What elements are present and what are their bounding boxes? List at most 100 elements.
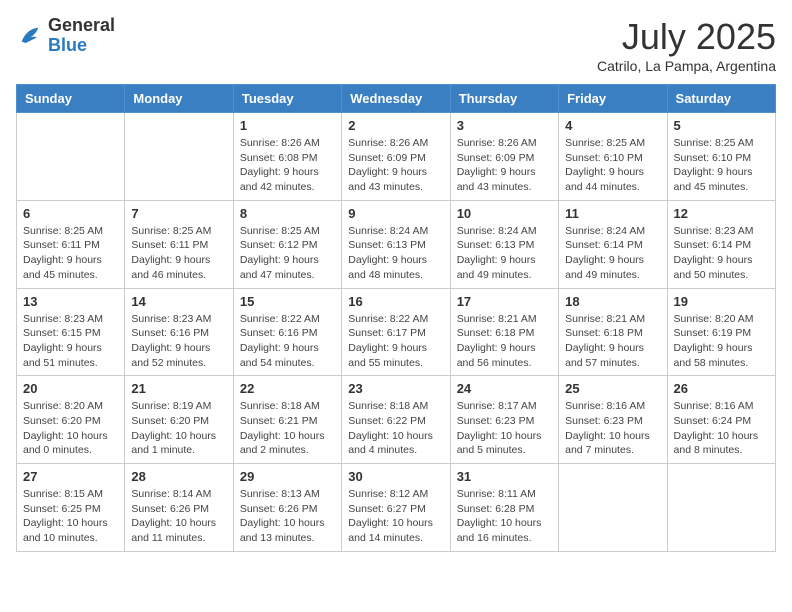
day-number: 16 [348,294,443,309]
day-number: 11 [565,206,660,221]
calendar-cell: 23 Sunrise: 8:18 AM Sunset: 6:22 PM Dayli… [342,376,450,464]
week-row-3: 13Sunrise: 8:23 AM Sunset: 6:15 PM Dayli… [17,288,776,376]
day-info: Sunrise: 8:22 AM Sunset: 6:17 PM Dayligh… [348,312,443,371]
calendar-cell [17,113,125,201]
calendar-cell: 26 Sunrise: 8:16 AM Sunset: 6:24 PM Dayli… [667,376,775,464]
logo-bird-icon [16,22,44,50]
calendar-cell: 16 Sunrise: 8:22 AM Sunset: 6:17 PM Dayli… [342,288,450,376]
day-info: Sunrise: 8:19 AM Sunset: 6:20 PM Dayligh… [131,399,226,458]
day-info: Sunrise: 8:11 AM Sunset: 6:28 PM Dayligh… [457,487,552,546]
day-number: 30 [348,469,443,484]
day-number: 14 [131,294,226,309]
day-info: Sunrise: 8:21 AM Sunset: 6:18 PM Dayligh… [457,312,552,371]
day-info: Sunrise: 8:25 AM Sunset: 6:10 PM Dayligh… [565,136,660,195]
calendar-cell: 17 Sunrise: 8:21 AM Sunset: 6:18 PM Dayli… [450,288,558,376]
day-info: Sunrise: 8:16 AM Sunset: 6:24 PM Dayligh… [674,399,769,458]
day-info: Sunrise: 8:23 AM Sunset: 6:16 PM Dayligh… [131,312,226,371]
day-info: Sunrise: 8:18 AM Sunset: 6:22 PM Dayligh… [348,399,443,458]
calendar-cell: 21Sunrise: 8:19 AM Sunset: 6:20 PM Dayli… [125,376,233,464]
day-number: 4 [565,118,660,133]
calendar-cell: 19Sunrise: 8:20 AM Sunset: 6:19 PM Dayli… [667,288,775,376]
week-row-2: 6 Sunrise: 8:25 AM Sunset: 6:11 PM Daylig… [17,200,776,288]
day-number: 27 [23,469,118,484]
calendar-cell [559,464,667,552]
logo-general-text: General [48,16,115,36]
day-number: 23 [348,381,443,396]
day-info: Sunrise: 8:15 AM Sunset: 6:25 PM Dayligh… [23,487,118,546]
calendar-cell [667,464,775,552]
week-row-1: 1Sunrise: 8:26 AM Sunset: 6:08 PM Daylig… [17,113,776,201]
weekday-header-monday: Monday [125,85,233,113]
day-info: Sunrise: 8:25 AM Sunset: 6:11 PM Dayligh… [23,224,118,283]
weekday-header-thursday: Thursday [450,85,558,113]
weekday-header-sunday: Sunday [17,85,125,113]
day-number: 15 [240,294,335,309]
day-number: 29 [240,469,335,484]
day-info: Sunrise: 8:14 AM Sunset: 6:26 PM Dayligh… [131,487,226,546]
calendar-cell: 14 Sunrise: 8:23 AM Sunset: 6:16 PM Dayli… [125,288,233,376]
day-info: Sunrise: 8:25 AM Sunset: 6:12 PM Dayligh… [240,224,335,283]
day-info: Sunrise: 8:18 AM Sunset: 6:21 PM Dayligh… [240,399,335,458]
day-number: 3 [457,118,552,133]
day-number: 7 [131,206,226,221]
calendar-cell: 25Sunrise: 8:16 AM Sunset: 6:23 PM Dayli… [559,376,667,464]
day-info: Sunrise: 8:17 AM Sunset: 6:23 PM Dayligh… [457,399,552,458]
calendar-cell: 7 Sunrise: 8:25 AM Sunset: 6:11 PM Daylig… [125,200,233,288]
month-title: July 2025 [597,16,776,58]
day-number: 17 [457,294,552,309]
day-info: Sunrise: 8:24 AM Sunset: 6:13 PM Dayligh… [457,224,552,283]
weekday-header-row: SundayMondayTuesdayWednesdayThursdayFrid… [17,85,776,113]
day-number: 22 [240,381,335,396]
calendar-cell: 10 Sunrise: 8:24 AM Sunset: 6:13 PM Dayli… [450,200,558,288]
week-row-5: 27 Sunrise: 8:15 AM Sunset: 6:25 PM Dayli… [17,464,776,552]
calendar-table: SundayMondayTuesdayWednesdayThursdayFrid… [16,84,776,552]
day-info: Sunrise: 8:23 AM Sunset: 6:14 PM Dayligh… [674,224,769,283]
calendar-cell: 15 Sunrise: 8:22 AM Sunset: 6:16 PM Dayli… [233,288,341,376]
weekday-header-tuesday: Tuesday [233,85,341,113]
day-number: 12 [674,206,769,221]
week-row-4: 20 Sunrise: 8:20 AM Sunset: 6:20 PM Dayli… [17,376,776,464]
day-info: Sunrise: 8:16 AM Sunset: 6:23 PM Dayligh… [565,399,660,458]
weekday-header-friday: Friday [559,85,667,113]
day-number: 5 [674,118,769,133]
day-number: 20 [23,381,118,396]
logo-blue-text: Blue [48,36,115,56]
day-number: 24 [457,381,552,396]
day-info: Sunrise: 8:20 AM Sunset: 6:19 PM Dayligh… [674,312,769,371]
calendar-cell: 24 Sunrise: 8:17 AM Sunset: 6:23 PM Dayli… [450,376,558,464]
calendar-cell: 9Sunrise: 8:24 AM Sunset: 6:13 PM Daylig… [342,200,450,288]
calendar-cell: 29 Sunrise: 8:13 AM Sunset: 6:26 PM Dayli… [233,464,341,552]
calendar-cell: 2Sunrise: 8:26 AM Sunset: 6:09 PM Daylig… [342,113,450,201]
day-number: 8 [240,206,335,221]
weekday-header-saturday: Saturday [667,85,775,113]
calendar-cell: 27 Sunrise: 8:15 AM Sunset: 6:25 PM Dayli… [17,464,125,552]
day-info: Sunrise: 8:13 AM Sunset: 6:26 PM Dayligh… [240,487,335,546]
day-number: 18 [565,294,660,309]
day-number: 6 [23,206,118,221]
day-info: Sunrise: 8:22 AM Sunset: 6:16 PM Dayligh… [240,312,335,371]
day-info: Sunrise: 8:23 AM Sunset: 6:15 PM Dayligh… [23,312,118,371]
calendar-cell: 22 Sunrise: 8:18 AM Sunset: 6:21 PM Dayli… [233,376,341,464]
day-number: 10 [457,206,552,221]
day-info: Sunrise: 8:25 AM Sunset: 6:10 PM Dayligh… [674,136,769,195]
day-info: Sunrise: 8:24 AM Sunset: 6:14 PM Dayligh… [565,224,660,283]
calendar-cell: 5 Sunrise: 8:25 AM Sunset: 6:10 PM Daylig… [667,113,775,201]
title-block: July 2025 Catrilo, La Pampa, Argentina [597,16,776,74]
calendar-cell: 30Sunrise: 8:12 AM Sunset: 6:27 PM Dayli… [342,464,450,552]
calendar-cell: 31 Sunrise: 8:11 AM Sunset: 6:28 PM Dayli… [450,464,558,552]
page-header: General Blue July 2025 Catrilo, La Pampa… [16,16,776,74]
calendar-cell [125,113,233,201]
calendar-cell: 13Sunrise: 8:23 AM Sunset: 6:15 PM Dayli… [17,288,125,376]
day-info: Sunrise: 8:20 AM Sunset: 6:20 PM Dayligh… [23,399,118,458]
day-number: 9 [348,206,443,221]
weekday-header-wednesday: Wednesday [342,85,450,113]
day-info: Sunrise: 8:25 AM Sunset: 6:11 PM Dayligh… [131,224,226,283]
calendar-cell: 20 Sunrise: 8:20 AM Sunset: 6:20 PM Dayli… [17,376,125,464]
location-subtitle: Catrilo, La Pampa, Argentina [597,58,776,74]
calendar-cell: 3Sunrise: 8:26 AM Sunset: 6:09 PM Daylig… [450,113,558,201]
day-number: 26 [674,381,769,396]
day-number: 28 [131,469,226,484]
day-number: 2 [348,118,443,133]
calendar-cell: 18Sunrise: 8:21 AM Sunset: 6:18 PM Dayli… [559,288,667,376]
day-number: 31 [457,469,552,484]
